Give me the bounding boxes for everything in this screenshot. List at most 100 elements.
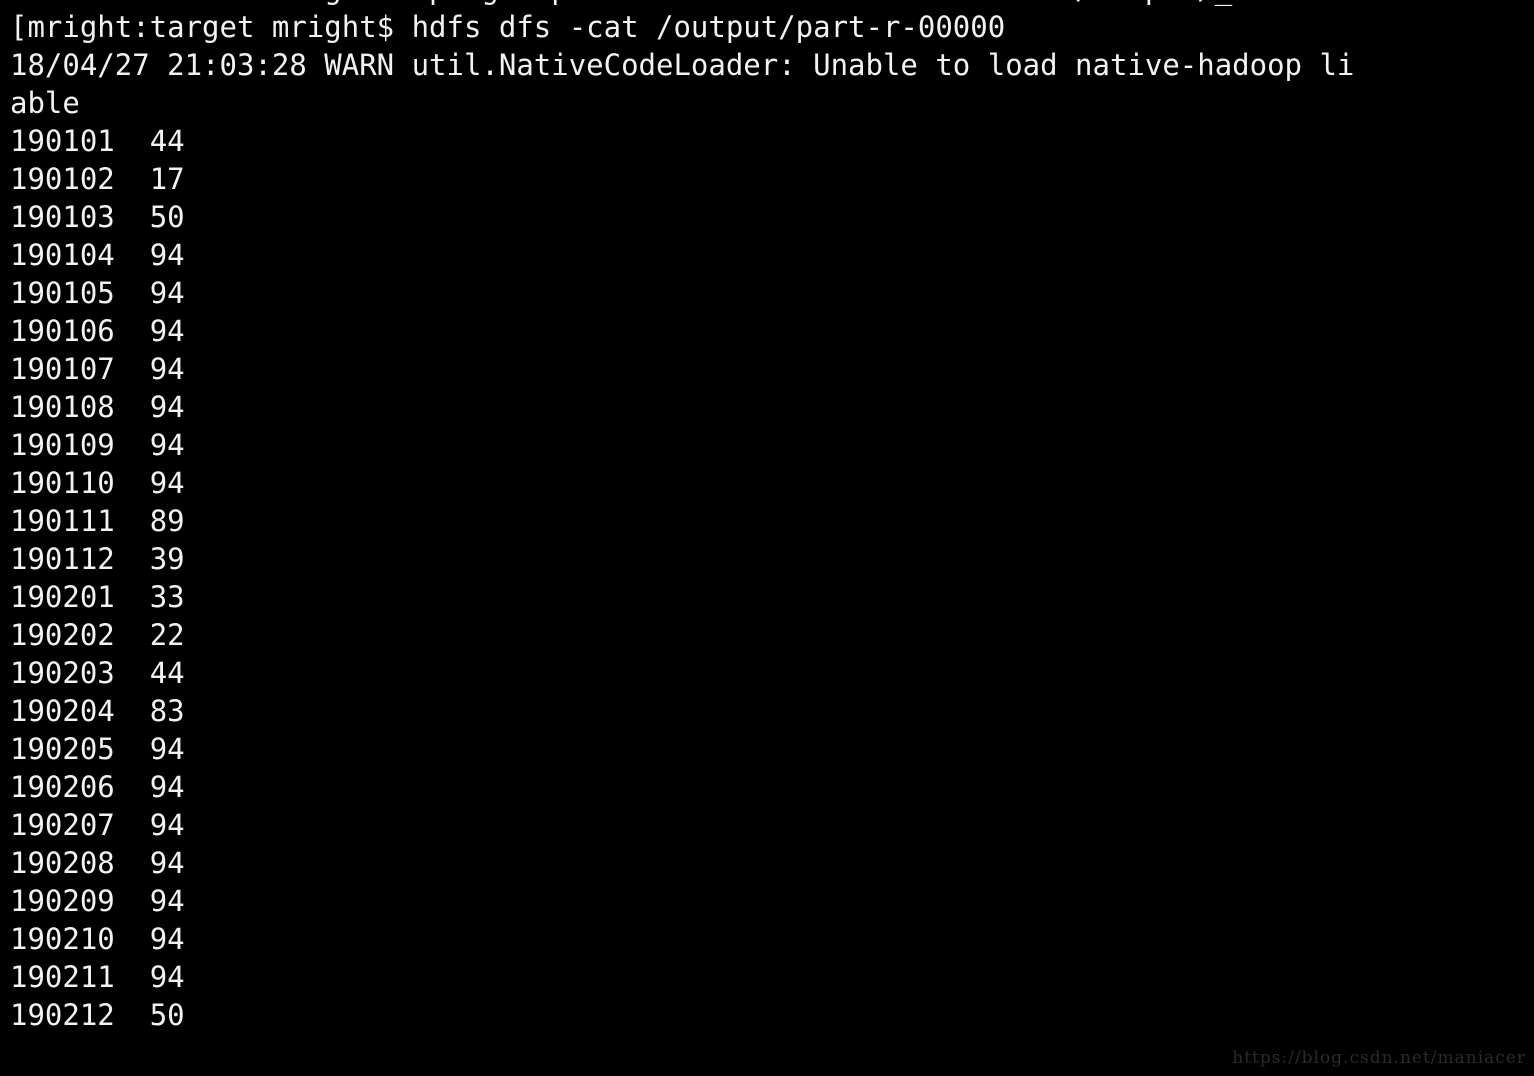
output-row-separator [115, 998, 150, 1032]
output-row-key: 190205 [10, 732, 115, 766]
output-row-key: 190209 [10, 884, 115, 918]
output-row-key: 190201 [10, 580, 115, 614]
output-row-key: 190107 [10, 352, 115, 386]
output-row: 190204 83 [10, 692, 1534, 730]
output-row-value: 83 [149, 694, 185, 728]
output-row: 190210 94 [10, 920, 1534, 958]
command-line: [mright:target mright$ hdfs dfs -cat /ou… [10, 10, 1006, 44]
output-row-key: 190204 [10, 694, 115, 728]
output-row-key: 190208 [10, 846, 115, 880]
output-row-separator [115, 314, 150, 348]
output-row-key: 190206 [10, 770, 115, 804]
output-row-key: 190102 [10, 162, 115, 196]
output-row-key: 190111 [10, 504, 115, 538]
output-row-value: 17 [149, 162, 185, 196]
output-row-value: 39 [149, 542, 185, 576]
output-row: 190205 94 [10, 730, 1534, 768]
output-row-key: 190203 [10, 656, 115, 690]
output-row-separator [115, 580, 150, 614]
output-row-value: 94 [149, 960, 185, 994]
output-row-separator [115, 352, 150, 386]
output-row-key: 190212 [10, 998, 115, 1032]
output-row-separator [115, 200, 150, 234]
output-row-separator [115, 504, 150, 538]
output-row-separator [115, 732, 150, 766]
output-row-value: 44 [149, 656, 185, 690]
output-row-value: 94 [149, 276, 185, 310]
output-row: 190110 94 [10, 464, 1534, 502]
output-row-value: 94 [149, 808, 185, 842]
output-row-separator [115, 162, 150, 196]
output-row-separator [115, 960, 150, 994]
output-row-separator [115, 694, 150, 728]
output-row: 190109 94 [10, 426, 1534, 464]
output-row-value: 89 [149, 504, 185, 538]
output-row: 190111 89 [10, 502, 1534, 540]
output-row: 190208 94 [10, 844, 1534, 882]
output-row-key: 190109 [10, 428, 115, 462]
output-row-value: 94 [149, 884, 185, 918]
output-row-key: 190211 [10, 960, 115, 994]
output-row-key: 190207 [10, 808, 115, 842]
output-row-value: 94 [149, 846, 185, 880]
output-row-key: 190202 [10, 618, 115, 652]
output-row-key: 190112 [10, 542, 115, 576]
output-row-separator [115, 884, 150, 918]
output-row-value: 44 [149, 124, 185, 158]
output-row: 190212 50 [10, 996, 1534, 1034]
output-row-key: 190101 [10, 124, 115, 158]
output-row-value: 94 [149, 390, 185, 424]
watermark: https://blog.csdn.net/maniacer [1232, 1048, 1526, 1068]
output-row-key: 190103 [10, 200, 115, 234]
output-row-value: 33 [149, 580, 185, 614]
output-row: 190107 94 [10, 350, 1534, 388]
output-row: 190106 94 [10, 312, 1534, 350]
output-row: 190207 94 [10, 806, 1534, 844]
output-row-value: 94 [149, 922, 185, 956]
output-row: 190102 17 [10, 160, 1534, 198]
output-row-separator [115, 276, 150, 310]
output-row-value: 94 [149, 314, 185, 348]
output-row-separator [115, 656, 150, 690]
scrolled-partial-line: -rw-r--r-- 1 mright supergroup 0 2018-04… [10, 0, 1534, 8]
warning-line: 18/04/27 21:03:28 WARN util.NativeCodeLo… [10, 48, 1355, 82]
output-row-separator [115, 770, 150, 804]
terminal-screen[interactable]: -rw-r--r-- 1 mright supergroup 0 2018-04… [10, 0, 1534, 1076]
output-row-value: 94 [149, 466, 185, 500]
output-row: 190211 94 [10, 958, 1534, 996]
output-row-separator [115, 428, 150, 462]
output-row-value: 94 [149, 238, 185, 272]
output-row: 190206 94 [10, 768, 1534, 806]
output-row-separator [115, 846, 150, 880]
output-row-separator [115, 466, 150, 500]
output-row-value: 94 [149, 352, 185, 386]
output-row-value: 50 [149, 998, 185, 1032]
output-row-separator [115, 390, 150, 424]
output-row-value: 94 [149, 732, 185, 766]
output-row: 190209 94 [10, 882, 1534, 920]
output-row-value: 94 [149, 428, 185, 462]
output-row: 190104 94 [10, 236, 1534, 274]
output-row-value: 22 [149, 618, 185, 652]
output-row-key: 190104 [10, 238, 115, 272]
output-row-key: 190110 [10, 466, 115, 500]
output-row: 190202 22 [10, 616, 1534, 654]
output-row-separator [115, 124, 150, 158]
output-row-value: 94 [149, 770, 185, 804]
output-row-key: 190210 [10, 922, 115, 956]
output-row-key: 190106 [10, 314, 115, 348]
output-row: 190103 50 [10, 198, 1534, 236]
output-row-separator [115, 618, 150, 652]
output-row-separator [115, 542, 150, 576]
output-row-separator [115, 808, 150, 842]
output-row-key: 190105 [10, 276, 115, 310]
output-row-value: 50 [149, 200, 185, 234]
output-row: 190203 44 [10, 654, 1534, 692]
output-row: 190201 33 [10, 578, 1534, 616]
output-row: 190105 94 [10, 274, 1534, 312]
output-row-separator [115, 238, 150, 272]
terminal-window[interactable]: -rw-r--r-- 1 mright supergroup 0 2018-04… [0, 0, 1534, 1076]
warning-line-wrap: able [10, 86, 80, 120]
output-row-key: 190108 [10, 390, 115, 424]
output-row: 190108 94 [10, 388, 1534, 426]
